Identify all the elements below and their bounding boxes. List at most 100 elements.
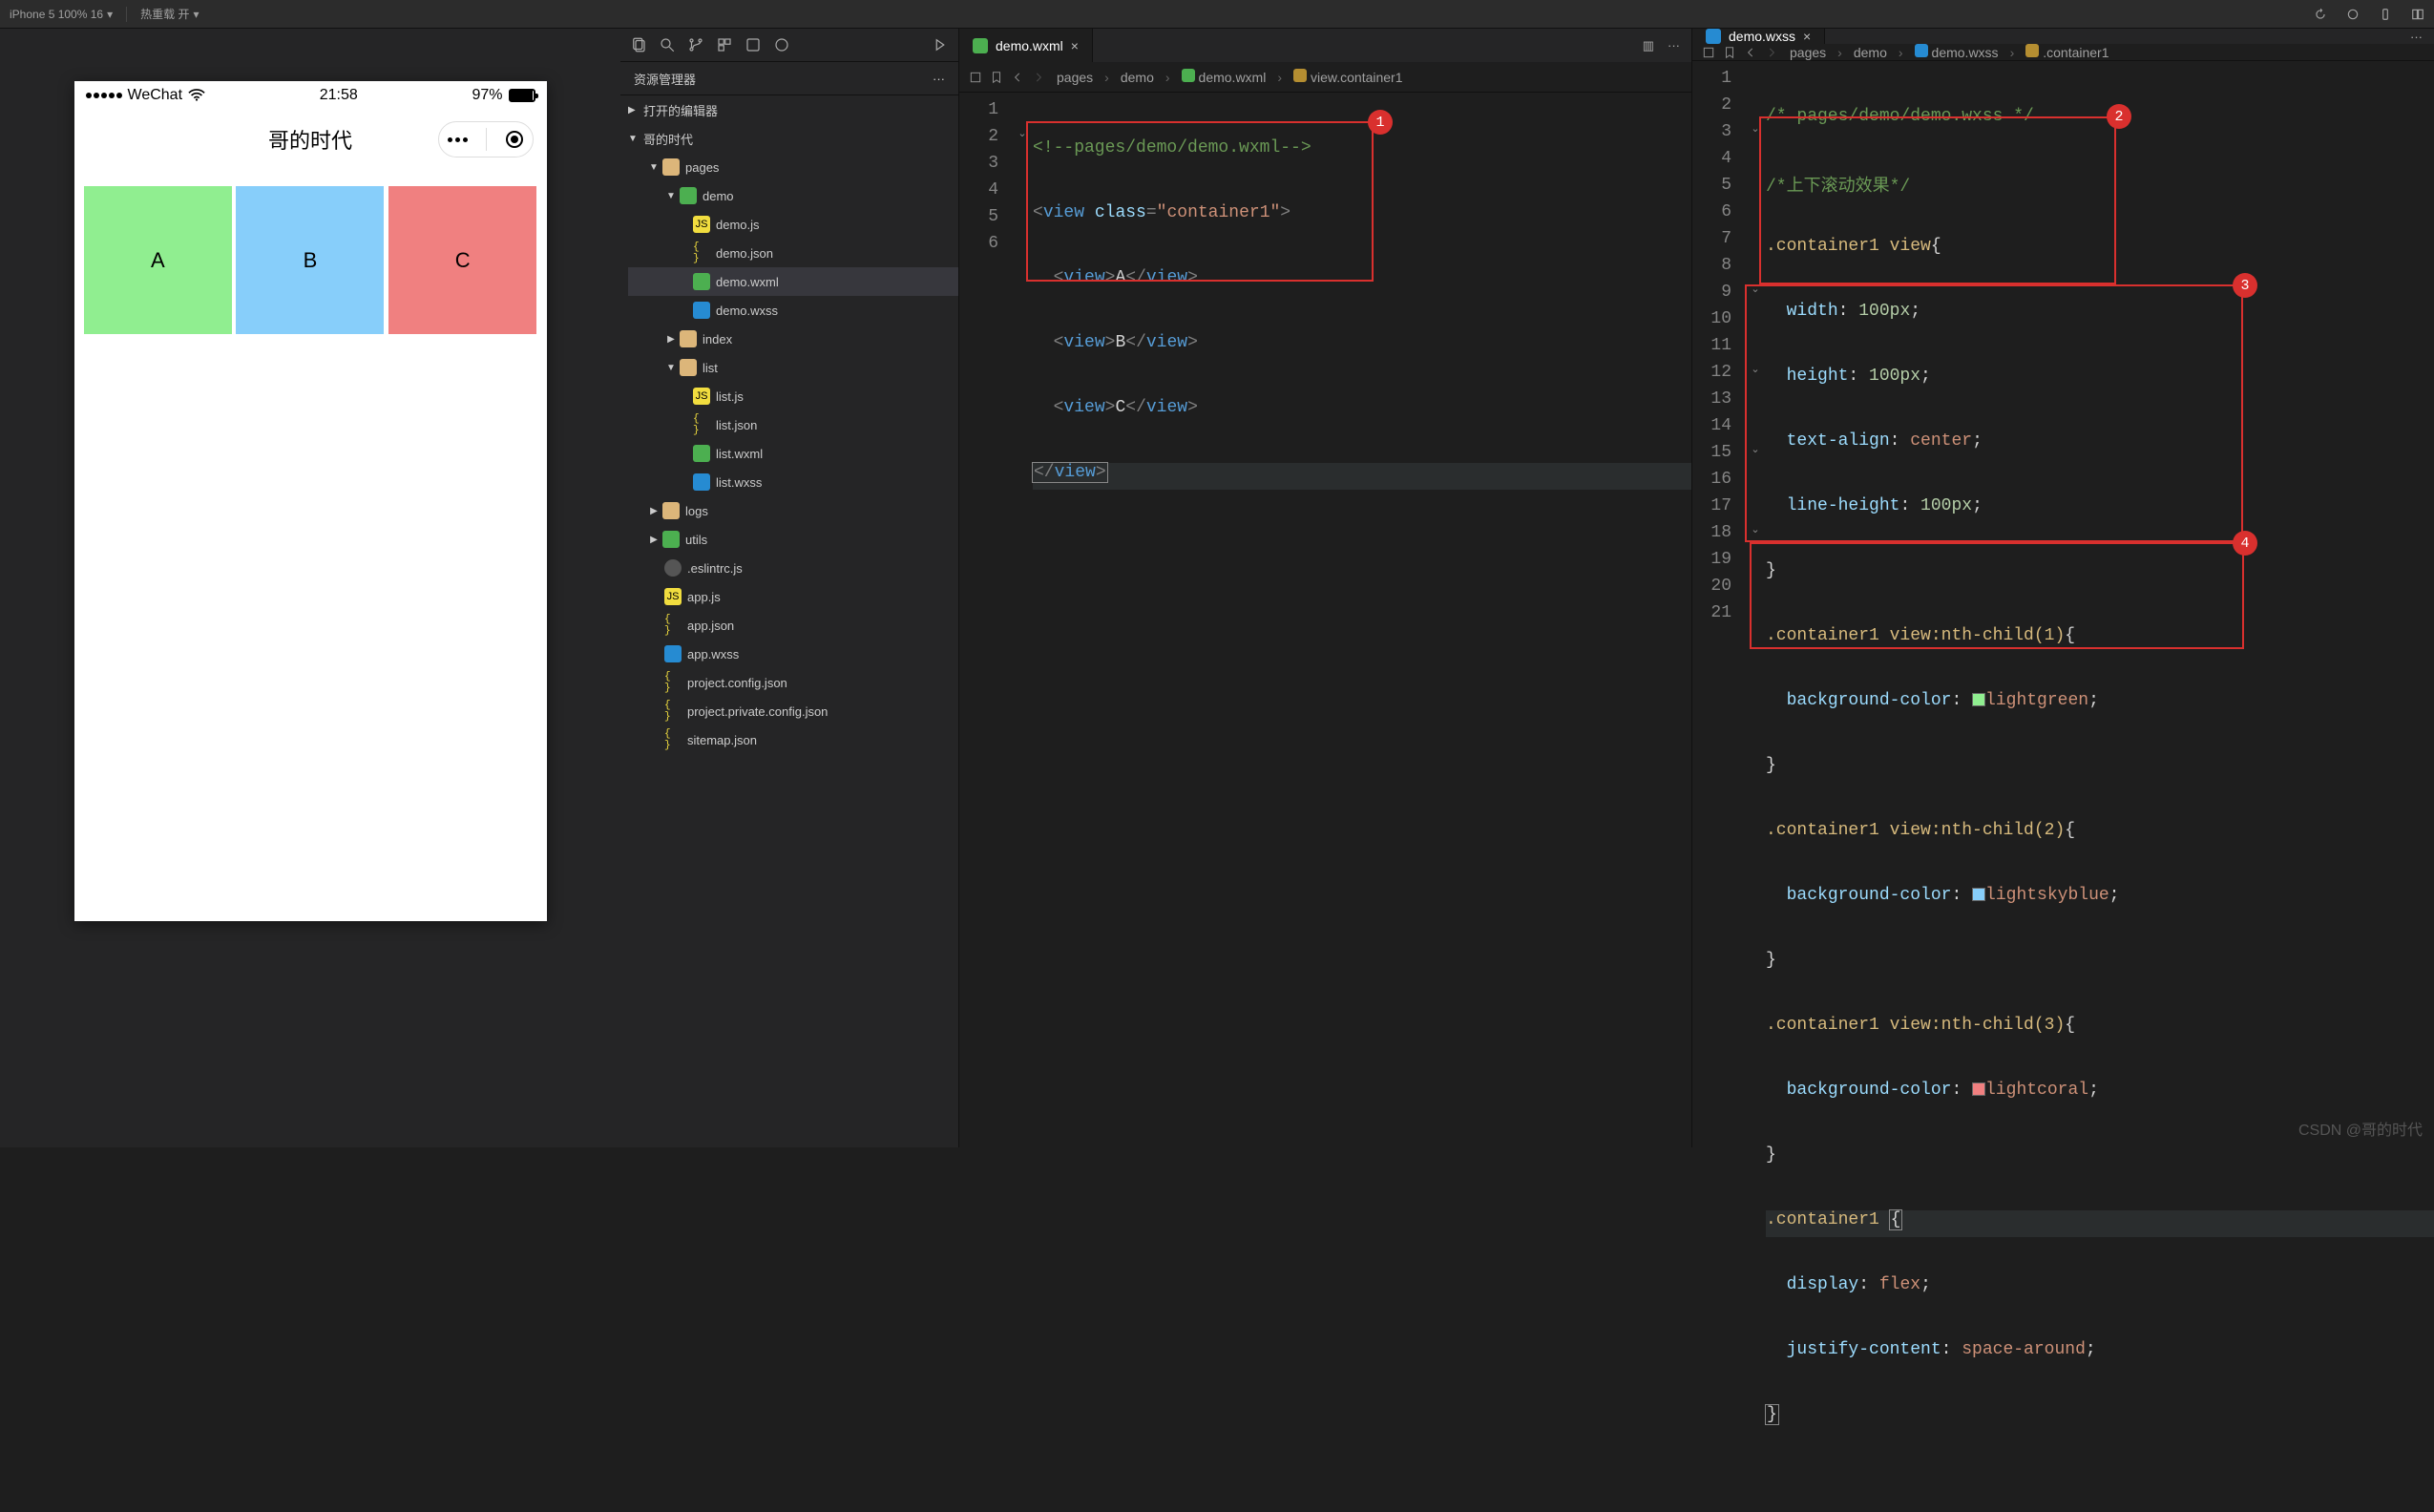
clock-label: 21:58 (320, 87, 358, 104)
compare-icon[interactable] (969, 71, 982, 84)
capsule-menu[interactable] (438, 121, 534, 158)
json-icon: { } (693, 244, 710, 262)
gutter: 123456 (959, 93, 1012, 1147)
wxss-icon (1706, 29, 1721, 44)
code-editor-wxss[interactable]: 123456789101112131415161718192021 ⌄⌄⌄⌄⌄ … (1692, 61, 2434, 1470)
device-selector[interactable]: iPhone 5 100% 16▾ (0, 0, 122, 28)
branch-icon[interactable] (687, 36, 704, 53)
box-icon[interactable] (716, 36, 733, 53)
more-icon[interactable]: ··· (1668, 38, 1680, 52)
bc-pages[interactable]: pages (1790, 45, 1826, 60)
gutter: 123456789101112131415161718192021 (1692, 61, 1745, 1470)
back-icon[interactable] (1744, 46, 1757, 59)
open-editors-section[interactable]: ▶打开的编辑器 (620, 95, 958, 124)
editor-wxml: demo.wxml × ▥ ··· pages› demo› demo.wxml… (959, 29, 1692, 1147)
tree-file-proj-priv[interactable]: { }project.private.config.json (628, 697, 958, 725)
config-icon (664, 559, 682, 577)
folder-icon (662, 158, 680, 176)
tab-demo-wxss[interactable]: demo.wxss × (1692, 29, 1825, 44)
compile-icon[interactable] (932, 36, 949, 53)
breadcrumb: pages› demo› demo.wxml› view.container1 (959, 62, 1691, 93)
folder-icon (680, 330, 697, 347)
bc-file[interactable]: demo.wxss (1915, 44, 1999, 60)
carrier-label: WeChat (128, 87, 183, 104)
explorer-action-bar (620, 29, 958, 62)
home-button[interactable] (2337, 0, 2369, 28)
tree-file-sitemap[interactable]: { }sitemap.json (628, 725, 958, 754)
json-icon: { } (664, 674, 682, 691)
folder-icon (662, 531, 680, 548)
close-icon[interactable]: × (1803, 29, 1811, 44)
bookmark-icon[interactable] (1723, 46, 1736, 59)
bc-demo[interactable]: demo (1854, 45, 1887, 60)
debug-icon[interactable] (773, 36, 790, 53)
js-icon: JS (664, 588, 682, 605)
wxml-icon (693, 445, 710, 462)
json-icon: { } (664, 703, 682, 720)
compare-icon[interactable] (1702, 46, 1715, 59)
hot-reload-toggle[interactable]: 热重载 开▾ (131, 0, 208, 28)
annotation-badge-3: 3 (2233, 273, 2257, 298)
close-icon (506, 131, 523, 148)
tree-file-app-wxss[interactable]: app.wxss (628, 640, 958, 668)
tab-bar: demo.wxss × ··· (1692, 29, 2434, 44)
tree-folder-list[interactable]: ▼list (628, 353, 958, 382)
extensions-icon[interactable] (745, 36, 762, 53)
search-icon[interactable] (659, 36, 676, 53)
refresh-button[interactable] (2304, 0, 2337, 28)
split-editor-icon[interactable]: ▥ (1643, 38, 1654, 53)
tree-file-list-wxss[interactable]: list.wxss (628, 468, 958, 496)
bc-pages[interactable]: pages (1057, 70, 1093, 85)
forward-icon[interactable] (1765, 46, 1778, 59)
bc-symbol[interactable]: view.container1 (1293, 69, 1403, 85)
bc-file[interactable]: demo.wxml (1182, 69, 1267, 85)
cell-b: B (236, 186, 384, 334)
code-editor-wxml[interactable]: 123456 ⌄ <!--pages/demo/demo.wxml--> <vi… (959, 93, 1691, 1147)
bc-demo[interactable]: demo (1121, 70, 1154, 85)
device-icon[interactable] (2369, 0, 2402, 28)
tree-file-app-json[interactable]: { }app.json (628, 611, 958, 640)
tree-folder-demo[interactable]: ▼demo (628, 181, 958, 210)
json-icon: { } (664, 617, 682, 634)
tree-file-eslintrc[interactable]: .eslintrc.js (628, 554, 958, 582)
tree-file-proj-cfg[interactable]: { }project.config.json (628, 668, 958, 697)
tree-file-demo-json[interactable]: { }demo.json (628, 239, 958, 267)
files-icon[interactable] (630, 36, 647, 53)
editor-wxss: demo.wxss × ··· pages› demo› demo.wxss› … (1692, 29, 2434, 1147)
back-icon[interactable] (1011, 71, 1024, 84)
wxml-icon (973, 38, 988, 53)
chevron-down-icon: ▾ (193, 8, 199, 21)
split-icon[interactable] (2402, 0, 2434, 28)
js-icon: JS (693, 388, 710, 405)
wxml-icon (693, 273, 710, 290)
tree-file-demo-js[interactable]: JSdemo.js (628, 210, 958, 239)
wxss-icon (693, 473, 710, 491)
tree-folder-pages[interactable]: ▼pages (628, 153, 958, 181)
tab-demo-wxml[interactable]: demo.wxml × (959, 29, 1093, 62)
project-section[interactable]: ▼哥的时代 (620, 124, 958, 153)
forward-icon[interactable] (1032, 71, 1045, 84)
folder-icon (680, 359, 697, 376)
phone-page: A B C (74, 169, 547, 921)
watermark: CSDN @哥的时代 (2298, 1117, 2423, 1140)
bc-symbol[interactable]: .container1 (2025, 44, 2109, 60)
annotation-badge-2: 2 (2107, 104, 2131, 129)
tree-file-demo-wxss[interactable]: demo.wxss (628, 296, 958, 325)
tree-file-list-json[interactable]: { }list.json (628, 410, 958, 439)
page-title: 哥的时代 (268, 124, 352, 155)
tree-file-list-wxml[interactable]: list.wxml (628, 439, 958, 468)
battery-icon (509, 89, 535, 102)
tree-file-list-js[interactable]: JSlist.js (628, 382, 958, 410)
more-icon (448, 137, 468, 142)
phone-frame: WeChat 21:58 97% 哥的时代 A (74, 81, 547, 921)
more-icon[interactable]: ··· (933, 72, 945, 86)
tree-folder-utils[interactable]: ▶utils (628, 525, 958, 554)
bookmark-icon[interactable] (990, 71, 1003, 84)
more-icon[interactable]: ··· (2410, 30, 2423, 44)
close-icon[interactable]: × (1071, 38, 1079, 53)
tree-folder-logs[interactable]: ▶logs (628, 496, 958, 525)
tree-file-demo-wxml[interactable]: demo.wxml (628, 267, 958, 296)
tree-file-app-js[interactable]: JSapp.js (628, 582, 958, 611)
json-icon: { } (664, 731, 682, 748)
tree-folder-index[interactable]: ▶index (628, 325, 958, 353)
